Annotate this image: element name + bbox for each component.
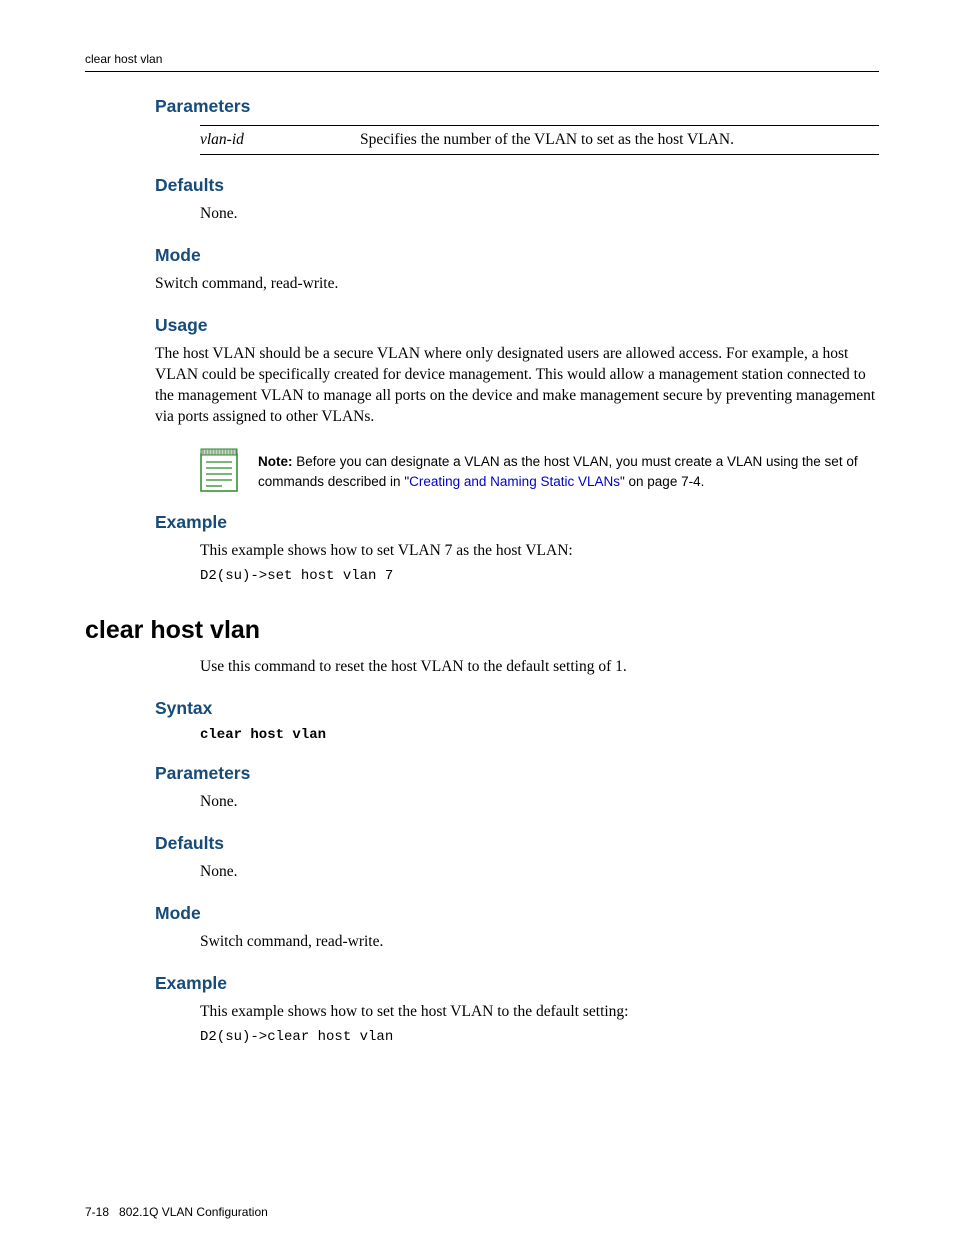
page-content: clear host vlan Parameters vlan-id Speci…: [0, 0, 954, 1259]
chapter-name: 802.1Q VLAN Configuration: [119, 1205, 268, 1219]
defaults-text: None.: [200, 204, 879, 225]
example-code-2: D2(su)->clear host vlan: [200, 1029, 879, 1045]
heading-defaults-2: Defaults: [155, 833, 879, 854]
heading-mode-2: Mode: [155, 903, 879, 924]
example-text: This example shows how to set VLAN 7 as …: [200, 541, 879, 562]
heading-parameters-2: Parameters: [155, 763, 879, 784]
heading-parameters: Parameters: [155, 96, 879, 117]
note-after: " on page 7-4.: [620, 474, 704, 489]
defaults-text-2: None.: [200, 862, 879, 883]
param-name: vlan-id: [200, 126, 360, 155]
note-block: Note: Before you can designate a VLAN as…: [200, 448, 879, 493]
note-text: Note: Before you can designate a VLAN as…: [258, 452, 879, 493]
running-head: clear host vlan: [85, 52, 162, 66]
heading-syntax: Syntax: [155, 698, 879, 719]
heading-mode: Mode: [155, 245, 879, 266]
mode-text: Switch command, read-write.: [155, 274, 879, 295]
note-link[interactable]: Creating and Naming Static VLANs: [409, 474, 620, 489]
usage-text: The host VLAN should be a secure VLAN wh…: [155, 344, 879, 428]
parameters-table: vlan-id Specifies the number of the VLAN…: [200, 125, 879, 155]
page-header: clear host vlan: [85, 50, 879, 72]
heading-defaults: Defaults: [155, 175, 879, 196]
note-label: Note:: [258, 454, 293, 469]
mode-text-2: Switch command, read-write.: [200, 932, 879, 953]
heading-example: Example: [155, 512, 879, 533]
param-desc: Specifies the number of the VLAN to set …: [360, 126, 879, 155]
syntax-code: clear host vlan: [200, 727, 879, 743]
parameters-text-2: None.: [200, 792, 879, 813]
example-text-2: This example shows how to set the host V…: [200, 1002, 879, 1023]
notepad-icon: [200, 448, 238, 492]
example-code: D2(su)->set host vlan 7: [200, 568, 879, 584]
page-number: 7-18: [85, 1205, 109, 1219]
heading-example-2: Example: [155, 973, 879, 994]
heading-usage: Usage: [155, 315, 879, 336]
page-footer: 7-18 802.1Q VLAN Configuration: [85, 1205, 879, 1219]
table-row: vlan-id Specifies the number of the VLAN…: [200, 126, 879, 155]
section-intro: Use this command to reset the host VLAN …: [200, 657, 879, 678]
section-title: clear host vlan: [85, 616, 879, 645]
